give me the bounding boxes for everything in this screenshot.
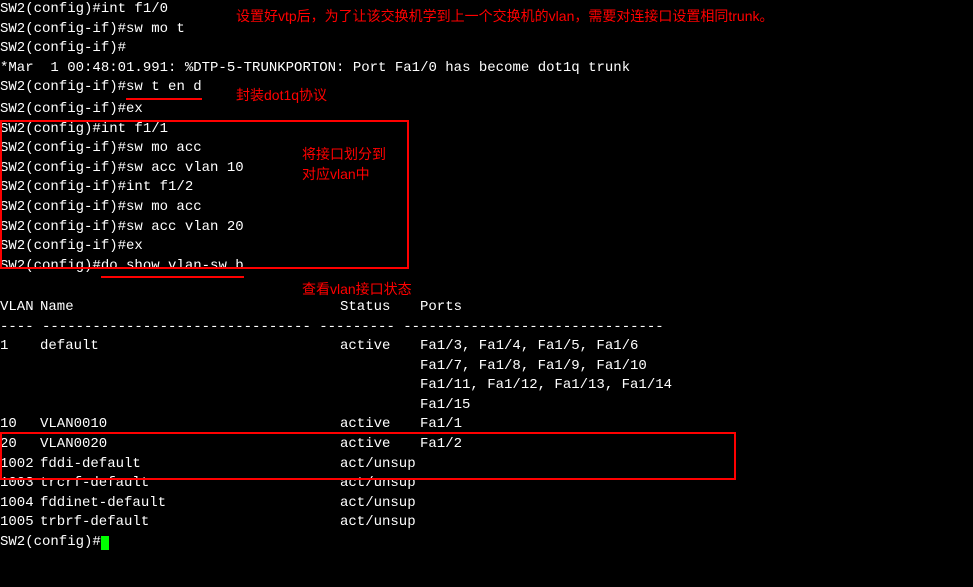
underlined-cmd: sw t en d xyxy=(126,78,202,100)
table-row: Fa1/15 xyxy=(0,396,973,416)
table-row: 1003trcrf-defaultact/unsup xyxy=(0,474,973,494)
cmd-line: SW2(config-if)#sw mo acc xyxy=(0,139,973,159)
annotation-show-vlan: 查看vlan接口状态 xyxy=(302,280,412,300)
cmd-line: SW2(config-if)#sw mo acc xyxy=(0,198,973,218)
vlan-header: VLANNameStatusPorts xyxy=(0,298,973,318)
table-row: Fa1/7, Fa1/8, Fa1/9, Fa1/10 xyxy=(0,357,973,377)
table-row: 1004fddinet-defaultact/unsup xyxy=(0,494,973,514)
blank-line xyxy=(0,278,973,298)
annotation-dot1q: 封装dot1q协议 xyxy=(236,86,327,106)
cmd-line: SW2(config-if)#sw acc vlan 20 xyxy=(0,218,973,238)
table-row: 1005trbrf-defaultact/unsup xyxy=(0,513,973,533)
annotation-top: 设置好vtp后，为了让该交换机学到上一个交换机的vlan，需要对连接口设置相同t… xyxy=(236,7,773,27)
terminal-output[interactable]: SW2(config)#int f1/0 SW2(config-if)#sw m… xyxy=(0,0,973,553)
cmd-line: SW2(config-if)#sw acc vlan 10 xyxy=(0,159,973,179)
table-row: 1002fddi-defaultact/unsup xyxy=(0,455,973,475)
col-header-status: Status xyxy=(340,298,420,318)
col-header-vlan: VLAN xyxy=(0,298,40,318)
cmd-line: SW2(config-if)# xyxy=(0,39,973,59)
annotation-vlan-assign: 将接口划分到 对应vlan中 xyxy=(302,145,386,184)
table-row: Fa1/11, Fa1/12, Fa1/13, Fa1/14 xyxy=(0,376,973,396)
vlan-header-rule: ---- -------------------------------- --… xyxy=(0,318,973,338)
table-row: 10VLAN0010activeFa1/1 xyxy=(0,415,973,435)
cmd-line: SW2(config-if)#sw t en d xyxy=(0,78,973,100)
cursor-icon xyxy=(101,536,109,550)
cmd-line: SW2(config-if)#ex xyxy=(0,100,973,120)
cmd-line: SW2(config)#do show vlan-sw b xyxy=(0,257,973,279)
col-header-ports: Ports xyxy=(420,298,462,318)
prompt-line[interactable]: SW2(config)# xyxy=(0,533,973,553)
cmd-line: SW2(config)#int f1/1 xyxy=(0,120,973,140)
underlined-cmd: do show vlan-sw b xyxy=(101,257,244,279)
cmd-line: SW2(config-if)#ex xyxy=(0,237,973,257)
table-row: 1defaultactiveFa1/3, Fa1/4, Fa1/5, Fa1/6 xyxy=(0,337,973,357)
table-row: 20VLAN0020activeFa1/2 xyxy=(0,435,973,455)
col-header-name: Name xyxy=(40,298,340,318)
log-line: *Mar 1 00:48:01.991: %DTP-5-TRUNKPORTON:… xyxy=(0,59,973,79)
cmd-line: SW2(config-if)#int f1/2 xyxy=(0,178,973,198)
